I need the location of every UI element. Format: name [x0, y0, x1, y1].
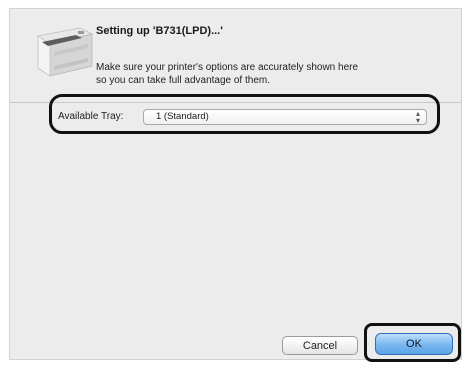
tray-select[interactable]: 1 (Standard) ▴ ▾ [143, 109, 427, 125]
tray-select-value: 1 (Standard) [156, 111, 209, 122]
dialog-message: Make sure your printer's options are acc… [96, 61, 436, 87]
cancel-button[interactable]: Cancel [282, 336, 358, 355]
select-arrows-icon: ▴ ▾ [415, 109, 420, 125]
message-line-2: so you can take full advantage of them. [96, 75, 270, 86]
tray-label: Available Tray: [58, 111, 124, 122]
dialog-title: Setting up 'B731(LPD)...' [96, 25, 223, 37]
printer-setup-dialog: Setting up 'B731(LPD)...' Make sure your… [9, 8, 462, 360]
ok-button[interactable]: OK [375, 333, 453, 355]
printer-icon [36, 27, 94, 77]
message-line-1: Make sure your printer's options are acc… [96, 62, 359, 73]
